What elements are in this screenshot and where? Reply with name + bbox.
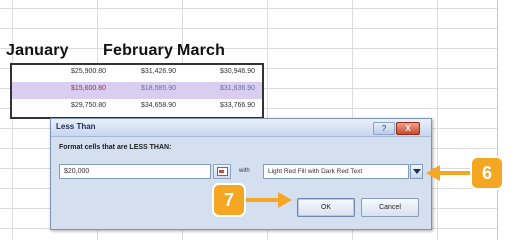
table-row: $25,900.80 $31,426.90 $30,946.90: [12, 65, 262, 82]
help-button[interactable]: ?: [373, 122, 395, 135]
cell[interactable]: $18,585.90: [118, 85, 176, 92]
cell[interactable]: $25,900.80: [34, 68, 106, 75]
callout-arrow-6: [436, 171, 474, 175]
dialog-titlebar[interactable]: Less Than ? X: [51, 119, 431, 137]
cell-reference-icon: [217, 167, 228, 176]
collapse-dialog-button[interactable]: [213, 164, 231, 179]
arrow-left-icon: [426, 165, 440, 181]
column-header-march: March: [177, 42, 226, 59]
cell[interactable]: $15,600.80: [34, 85, 106, 92]
step-badge-6: 6: [472, 158, 502, 188]
step-badge-7: 7: [214, 185, 244, 215]
threshold-input[interactable]: $20,000: [59, 164, 211, 179]
column-header-february: February: [103, 42, 174, 59]
cell[interactable]: $31,426.90: [118, 68, 176, 75]
cell[interactable]: $33,766.90: [192, 102, 255, 109]
cell[interactable]: $34,658.90: [118, 102, 176, 109]
table-row: $15,600.80 $18,585.90 $31,636.90: [12, 82, 262, 99]
chevron-down-icon: [413, 169, 421, 174]
column-header-january: January: [6, 42, 69, 59]
format-style-select[interactable]: Light Red Fill with Dark Red Text: [263, 164, 409, 179]
with-label: with: [239, 168, 250, 174]
format-dropdown-button[interactable]: [410, 164, 423, 179]
table-row: $29,750.80 $34,658.90 $33,766.90: [12, 99, 262, 116]
arrow-right-icon: [278, 192, 292, 208]
dialog-title: Less Than: [56, 122, 96, 131]
cell[interactable]: $30,946.90: [192, 68, 255, 75]
cell[interactable]: $31,636.90: [192, 85, 255, 92]
ok-button[interactable]: OK: [297, 198, 355, 217]
dialog-prompt: Format cells that are LESS THAN:: [59, 144, 172, 151]
cancel-button[interactable]: Cancel: [361, 198, 419, 217]
close-button[interactable]: X: [396, 122, 420, 135]
selected-range[interactable]: $25,900.80 $31,426.90 $30,946.90 $15,600…: [10, 63, 264, 119]
cell[interactable]: $29,750.80: [34, 102, 106, 109]
callout-arrow-7: [240, 198, 280, 202]
